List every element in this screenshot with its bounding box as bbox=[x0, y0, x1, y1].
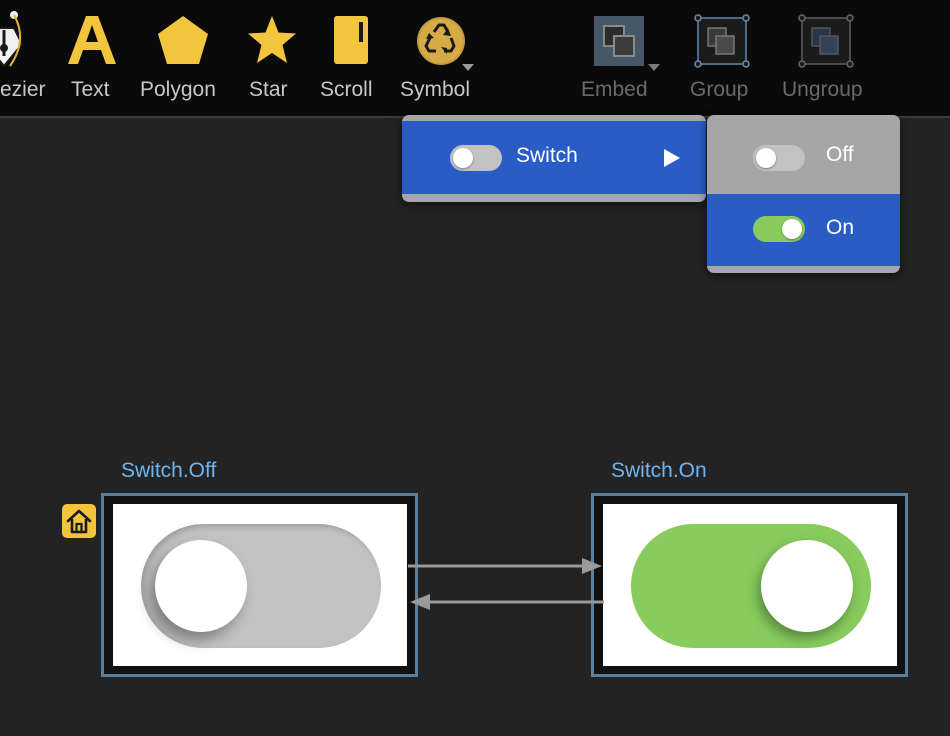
tool-text[interactable]: Text bbox=[62, 0, 122, 116]
tool-text-label: Text bbox=[71, 78, 110, 101]
tool-group[interactable]: Group bbox=[688, 0, 758, 116]
tool-embed[interactable]: Embed bbox=[580, 0, 662, 116]
tool-polygon[interactable]: Polygon bbox=[140, 0, 232, 116]
recycle-icon bbox=[417, 17, 465, 65]
tool-star-label: Star bbox=[249, 78, 288, 101]
scroll-icon bbox=[334, 16, 368, 64]
state-switch-on[interactable] bbox=[591, 493, 908, 677]
menu-item-switch[interactable]: Switch bbox=[402, 121, 706, 194]
switch-knob bbox=[761, 540, 853, 632]
home-badge[interactable] bbox=[62, 504, 96, 538]
transition-off-to-on-arrow[interactable] bbox=[408, 558, 602, 574]
tool-ungroup[interactable]: Ungroup bbox=[782, 0, 874, 116]
embed-icon bbox=[594, 16, 644, 66]
tool-scroll-label: Scroll bbox=[320, 78, 373, 101]
tool-polygon-label: Polygon bbox=[140, 78, 216, 101]
tool-bezier-label: ezier bbox=[0, 78, 46, 101]
submenu-item-on[interactable]: On bbox=[707, 194, 900, 266]
symbol-dropdown-caret-icon[interactable] bbox=[462, 64, 474, 71]
transition-arrows bbox=[408, 558, 604, 610]
embed-dropdown-caret-icon[interactable] bbox=[648, 64, 660, 71]
switch-on-graphic bbox=[631, 524, 871, 648]
switch-off-icon bbox=[450, 145, 502, 171]
tool-ungroup-label: Ungroup bbox=[782, 78, 863, 101]
switch-on-icon bbox=[753, 216, 805, 242]
tool-symbol-label: Symbol bbox=[400, 78, 471, 101]
tool-group-label: Group bbox=[690, 78, 749, 101]
submenu-arrow-icon bbox=[664, 149, 680, 167]
group-icon bbox=[694, 14, 750, 68]
state-title-switch-off[interactable]: Switch.Off bbox=[121, 459, 216, 483]
state-switch-off[interactable] bbox=[101, 493, 418, 677]
symbol-menu: Switch bbox=[402, 115, 706, 202]
tool-scroll[interactable]: Scroll bbox=[318, 0, 382, 116]
tool-star[interactable]: Star bbox=[246, 0, 298, 116]
submenu-item-off-label: Off bbox=[826, 143, 854, 166]
state-title-switch-on[interactable]: Switch.On bbox=[611, 459, 707, 483]
star-icon bbox=[248, 16, 296, 63]
state-switch-off-artboard bbox=[113, 504, 407, 666]
switch-submenu: Off On bbox=[707, 115, 900, 273]
submenu-item-off[interactable]: Off bbox=[707, 121, 900, 194]
switch-off-graphic bbox=[141, 524, 381, 648]
switch-off-icon bbox=[753, 145, 805, 171]
ungroup-icon bbox=[798, 14, 854, 68]
pen-nib-icon bbox=[0, 11, 24, 68]
transition-on-to-off-arrow[interactable] bbox=[410, 594, 604, 610]
tool-symbol[interactable]: Symbol bbox=[398, 0, 482, 116]
tool-embed-label: Embed bbox=[581, 78, 648, 101]
pentagon-icon bbox=[158, 16, 208, 64]
menu-item-switch-label: Switch bbox=[516, 144, 578, 167]
submenu-item-on-label: On bbox=[826, 216, 855, 239]
letter-a-icon bbox=[68, 16, 116, 64]
home-icon bbox=[66, 509, 92, 534]
state-switch-on-artboard bbox=[603, 504, 897, 666]
toolbar: ezier Text Polygon Star Scroll Symbol Em… bbox=[0, 0, 950, 118]
switch-knob bbox=[155, 540, 247, 632]
tool-bezier[interactable]: ezier bbox=[0, 0, 50, 116]
